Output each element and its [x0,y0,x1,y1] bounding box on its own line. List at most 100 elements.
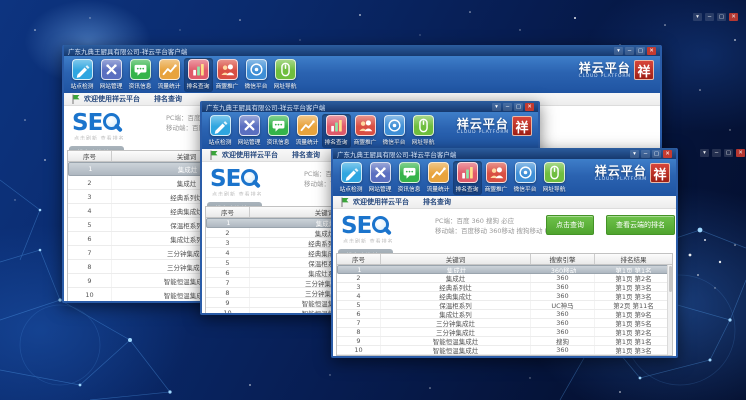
welcome-section: 排名查询 [154,94,182,104]
floating-window-controls-front[interactable]: ▾ ─ ▢ ✕ [700,149,745,157]
window-titlebar[interactable]: 广东九典王厨具有限公司-祥云平台客户端 ▾ ─ ▢ ✕ [333,148,676,159]
toolbar-item-label: 站点检测 [209,137,232,146]
maximize-button[interactable]: ▢ [636,47,645,55]
news-info-icon [399,162,420,183]
magnifier-icon [103,113,120,130]
view-cloud-rank-button[interactable]: 查看云端的排名 [606,215,675,235]
toolbar-item-网址导航[interactable]: 网址导航 [540,161,569,195]
query-button[interactable]: 点击查询 [546,215,594,235]
toolbar-item-微信平台[interactable]: 微信平台 [242,58,271,92]
skin-button[interactable]: ▾ [700,149,709,157]
toolbar-item-流量统计[interactable]: 流量统计 [155,58,184,92]
scrollbar-thumb[interactable] [669,266,673,292]
close-button[interactable]: ✕ [663,150,672,158]
column-header[interactable]: 关键词 [381,254,531,264]
toolbar-item-资讯信息[interactable]: 资讯信息 [395,161,424,195]
cell-no: 6 [68,232,112,245]
table-row[interactable]: 1集成灶360移动第1页 第1名 [337,265,672,274]
column-header[interactable]: 序号 [206,207,250,217]
maximize-button[interactable]: ▢ [717,13,726,21]
toolbar-item-网址导航[interactable]: 网址导航 [271,58,300,92]
toolbar-item-资讯信息[interactable]: 资讯信息 [264,114,293,148]
flag-icon [341,197,349,207]
window-titlebar[interactable]: 广东九典王厨具有限公司-祥云平台客户端 ▾ ─ ▢ ✕ [64,45,660,56]
column-header[interactable]: 序号 [337,254,381,264]
table-row[interactable]: 6集成灶系列360第1页 第9名 [337,310,672,319]
flag-icon [72,94,80,104]
minimize-button[interactable]: ─ [641,150,650,158]
cell-keyword: 三分钟集成灶 [381,328,531,336]
toolbar-item-排名查询[interactable]: 排名查询 [322,114,351,148]
wechat-platform-icon [246,59,267,80]
cell-no: 5 [68,218,112,231]
table-row[interactable]: 2集成灶360第1页 第2名 [337,274,672,283]
maximize-button[interactable]: ▢ [514,103,523,111]
rank-query-icon [188,59,209,80]
minimize-button[interactable]: ─ [625,47,634,55]
toolbar-item-label: 流量统计 [427,184,450,193]
toolbar-item-流量统计[interactable]: 流量统计 [424,161,453,195]
close-button[interactable]: ✕ [736,149,745,157]
brand-logo: 祥云平台 CLOUD PLATFORM 祥 [595,161,672,183]
column-header[interactable]: 序号 [68,151,112,161]
table-row[interactable]: 4经典集成灶360第1页 第3名 [337,292,672,301]
maximize-button[interactable]: ▢ [724,149,733,157]
cell-rank: 第2页 第11名 [595,301,672,309]
toolbar-item-商盟推广[interactable]: 商盟推广 [351,114,380,148]
table-row[interactable]: 10智能恒温集成灶360第1页 第3名 [337,346,672,355]
toolbar-item-商盟推广[interactable]: 商盟推广 [482,161,511,195]
brand-logo: 祥云平台 CLOUD PLATFORM 祥 [579,58,656,80]
toolbar-item-微信平台[interactable]: 微信平台 [511,161,540,195]
table-row[interactable]: 5保温柜系列UC神马第2页 第11名 [337,301,672,310]
cell-keyword: 集成灶 [381,274,531,282]
cell-no: 8 [206,288,250,297]
toolbar-item-排名查询[interactable]: 排名查询 [184,58,213,92]
toolbar-item-网站管理[interactable]: 网站管理 [235,114,264,148]
skin-button[interactable]: ▾ [693,13,702,21]
skin-button[interactable]: ▾ [614,47,623,55]
toolbar-item-网站管理[interactable]: 网站管理 [97,58,126,92]
toolbar-item-label: 商盟推广 [354,137,377,146]
window-titlebar[interactable]: 广东九典王厨具有限公司-祥云平台客户端 ▾ ─ ▢ ✕ [202,101,538,112]
minimize-button[interactable]: ─ [503,103,512,111]
close-button[interactable]: ✕ [729,13,738,21]
toolbar-item-排名查询[interactable]: 排名查询 [453,161,482,195]
close-button[interactable]: ✕ [647,47,656,55]
toolbar-item-站点检测[interactable]: 站点检测 [337,161,366,195]
toolbar-item-资讯信息[interactable]: 资讯信息 [126,58,155,92]
toolbar-item-商盟推广[interactable]: 商盟推广 [213,58,242,92]
minimize-button[interactable]: ─ [705,13,714,21]
minimize-button[interactable]: ─ [712,149,721,157]
table-row[interactable]: 8三分钟集成灶360第1页 第2名 [337,328,672,337]
toolbar-item-站点检测[interactable]: 站点检测 [68,58,97,92]
seo-panel: SE 点击刷新 查看排名 PC端：百度 360 搜狗 必应 移动端：百度移动 3… [333,209,676,243]
toolbar-item-网站管理[interactable]: 网站管理 [366,161,395,195]
rank-query-icon [457,162,478,183]
maximize-button[interactable]: ▢ [652,150,661,158]
close-button[interactable]: ✕ [525,103,534,111]
toolbar-item-站点检测[interactable]: 站点检测 [206,114,235,148]
table-scrollbar[interactable] [667,265,672,355]
skin-button[interactable]: ▾ [492,103,501,111]
cell-no: 1 [338,266,382,273]
table-row[interactable]: 3经典系列灶360第1页 第3名 [337,283,672,292]
cell-no: 2 [337,274,381,282]
welcome-text: 欢迎使用祥云平台 [84,94,140,104]
column-header[interactable]: 搜索引擎 [531,254,595,264]
toolbar-item-微信平台[interactable]: 微信平台 [380,114,409,148]
column-header[interactable]: 排名结果 [595,254,672,264]
cell-engine: 360 [531,283,595,291]
toolbar-item-label: 流量统计 [296,137,319,146]
table-row[interactable]: 9智能恒温集成灶搜狗第1页 第1名 [337,337,672,346]
table-row[interactable]: 7三分钟集成灶360第1页 第5名 [337,319,672,328]
cell-rank: 第1页 第1名 [596,266,671,273]
toolbar-item-label: 资讯信息 [129,81,152,90]
toolbar-item-label: 排名查询 [187,81,210,90]
brand-title: 祥云平台 [579,62,631,74]
floating-window-controls-top[interactable]: ▾ ─ ▢ ✕ [693,13,738,21]
toolbar-item-流量统计[interactable]: 流量统计 [293,114,322,148]
cell-no: 9 [337,337,381,345]
skin-button[interactable]: ▾ [630,150,639,158]
toolbar-item-网址导航[interactable]: 网址导航 [409,114,438,148]
toolbar-item-label: 微信平台 [383,137,406,146]
